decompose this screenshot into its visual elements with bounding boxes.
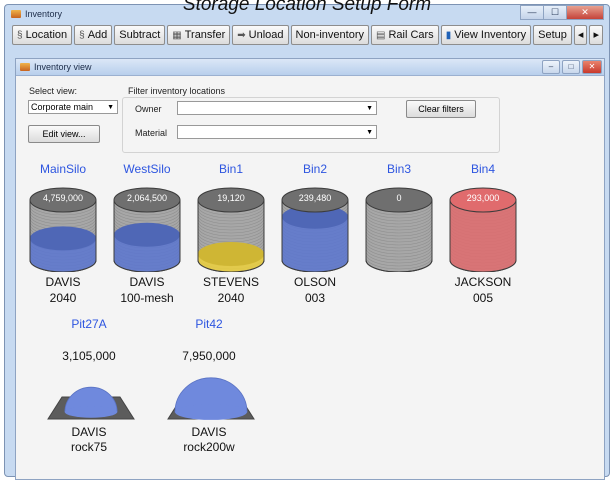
unload-button[interactable]: ➡ Unload bbox=[232, 25, 289, 45]
edit-view-button[interactable]: Edit view... bbox=[28, 125, 100, 143]
bar-chart-icon: ▮ bbox=[445, 29, 452, 41]
main-window: Inventory — ☐ ✕ § Location § Add Subtract … bbox=[4, 4, 610, 480]
tank-quantity: 293,000 bbox=[466, 193, 500, 203]
inventory-view-title-bar: Inventory view – □ ✕ bbox=[16, 59, 604, 76]
location-icon: § bbox=[17, 29, 23, 41]
transfer-icon: ▦ bbox=[172, 29, 182, 41]
pit-pile-graphic bbox=[47, 386, 135, 420]
transfer-button[interactable]: ▦ Transfer bbox=[167, 25, 231, 45]
child-window-icon bbox=[20, 63, 30, 71]
owner-select[interactable]: ▼ bbox=[177, 101, 377, 115]
tank-name[interactable]: Bin1 bbox=[194, 162, 268, 176]
subtract-button[interactable]: Subtract bbox=[114, 25, 166, 45]
unload-label: Unload bbox=[248, 28, 284, 41]
add-label: Add bbox=[87, 28, 108, 41]
tank-owner: DAVIS bbox=[45, 275, 81, 289]
pit-material: rock200w bbox=[183, 440, 235, 454]
material-select[interactable]: ▼ bbox=[177, 125, 377, 139]
tank-material: 2040 bbox=[217, 291, 245, 305]
inventory-view-window: Inventory view – □ ✕ Select view: Corpor… bbox=[15, 58, 605, 480]
toolbar: § Location § Add Subtract ▦ Transfer ➡ Unloa… bbox=[12, 25, 603, 47]
child-maximize-button[interactable]: □ bbox=[562, 60, 580, 74]
inventory-view-title: Inventory view bbox=[34, 62, 92, 72]
tank-quantity: 2,064,500 bbox=[126, 193, 168, 203]
view-inventory-label: View Inventory bbox=[454, 28, 527, 41]
child-close-button[interactable]: ✕ bbox=[582, 60, 602, 74]
noninventory-label: Non-inventory bbox=[295, 28, 364, 41]
location-label: Location bbox=[25, 28, 68, 41]
railcar-icon: ▤ bbox=[376, 29, 386, 41]
view-inventory-button[interactable]: ▮ View Inventory bbox=[440, 25, 532, 45]
page-caption: Storage Location Setup Form bbox=[182, 0, 432, 15]
tank-name[interactable]: WestSilo bbox=[110, 162, 184, 176]
chevron-left-icon: ◂ bbox=[577, 28, 584, 41]
tank-owner: DAVIS bbox=[129, 275, 165, 289]
toolbar-scroll-left[interactable]: ◂ bbox=[573, 25, 588, 45]
tank-quantity: 0 bbox=[396, 193, 402, 203]
tank-name[interactable]: Bin3 bbox=[362, 162, 436, 176]
railcars-button[interactable]: ▤ Rail Cars bbox=[371, 25, 439, 45]
tank-owner: OLSON bbox=[293, 275, 336, 289]
filter-group-title: Filter inventory locations bbox=[126, 86, 228, 96]
tank-material: 003 bbox=[304, 291, 326, 305]
tank-name[interactable]: Bin4 bbox=[446, 162, 520, 176]
toolbar-scroll-right[interactable]: ▸ bbox=[589, 25, 603, 45]
dropdown-arrow-icon: ▼ bbox=[107, 104, 114, 111]
child-window-controls: – □ ✕ bbox=[542, 60, 602, 74]
pit-owner: DAVIS bbox=[191, 425, 227, 439]
material-label: Material bbox=[135, 128, 168, 138]
tank-quantity: 4,759,000 bbox=[42, 193, 84, 203]
tank-name[interactable]: MainSilo bbox=[26, 162, 100, 176]
pit-quantity: 7,950,000 bbox=[182, 349, 236, 363]
view-select[interactable]: Corporate main ▼ bbox=[28, 100, 118, 114]
pit-quantity: 3,105,000 bbox=[62, 349, 116, 363]
dropdown-arrow-icon: ▼ bbox=[366, 105, 373, 112]
noninventory-button[interactable]: Non-inventory bbox=[290, 25, 369, 45]
chevron-right-icon: ▸ bbox=[593, 28, 599, 41]
pit-owner: DAVIS bbox=[71, 425, 107, 439]
tank-material: 2040 bbox=[49, 291, 77, 305]
tank-owner: JACKSON bbox=[454, 275, 512, 289]
add-button[interactable]: § Add bbox=[74, 25, 113, 45]
truck-icon: ➡ bbox=[237, 29, 246, 41]
pit-material: rock75 bbox=[70, 440, 108, 454]
pit-name[interactable]: Pit42 bbox=[164, 317, 254, 331]
clear-filters-button[interactable]: Clear filters bbox=[406, 100, 476, 118]
tank-material: 005 bbox=[472, 291, 494, 305]
owner-label: Owner bbox=[135, 104, 162, 114]
pit-name[interactable]: Pit27A bbox=[44, 317, 134, 331]
add-icon: § bbox=[79, 29, 85, 41]
pit-pile-graphic bbox=[167, 377, 255, 420]
location-button[interactable]: § Location bbox=[12, 25, 73, 45]
transfer-label: Transfer bbox=[184, 28, 226, 41]
subtract-label: Subtract bbox=[119, 28, 161, 41]
dropdown-arrow-icon: ▼ bbox=[366, 129, 373, 136]
tank-name[interactable]: Bin2 bbox=[278, 162, 352, 176]
tank-material: 100-mesh bbox=[120, 291, 174, 305]
railcars-label: Rail Cars bbox=[388, 28, 434, 41]
tank-quantity: 239,480 bbox=[298, 193, 332, 203]
setup-label: Setup bbox=[538, 28, 567, 41]
setup-button[interactable]: Setup bbox=[533, 25, 572, 45]
tank-owner: STEVENS bbox=[202, 275, 259, 289]
select-view-label: Select view: bbox=[29, 86, 78, 96]
view-select-value: Corporate main bbox=[31, 102, 94, 112]
child-minimize-button[interactable]: – bbox=[542, 60, 560, 74]
tank-quantity: 19,120 bbox=[217, 193, 245, 203]
